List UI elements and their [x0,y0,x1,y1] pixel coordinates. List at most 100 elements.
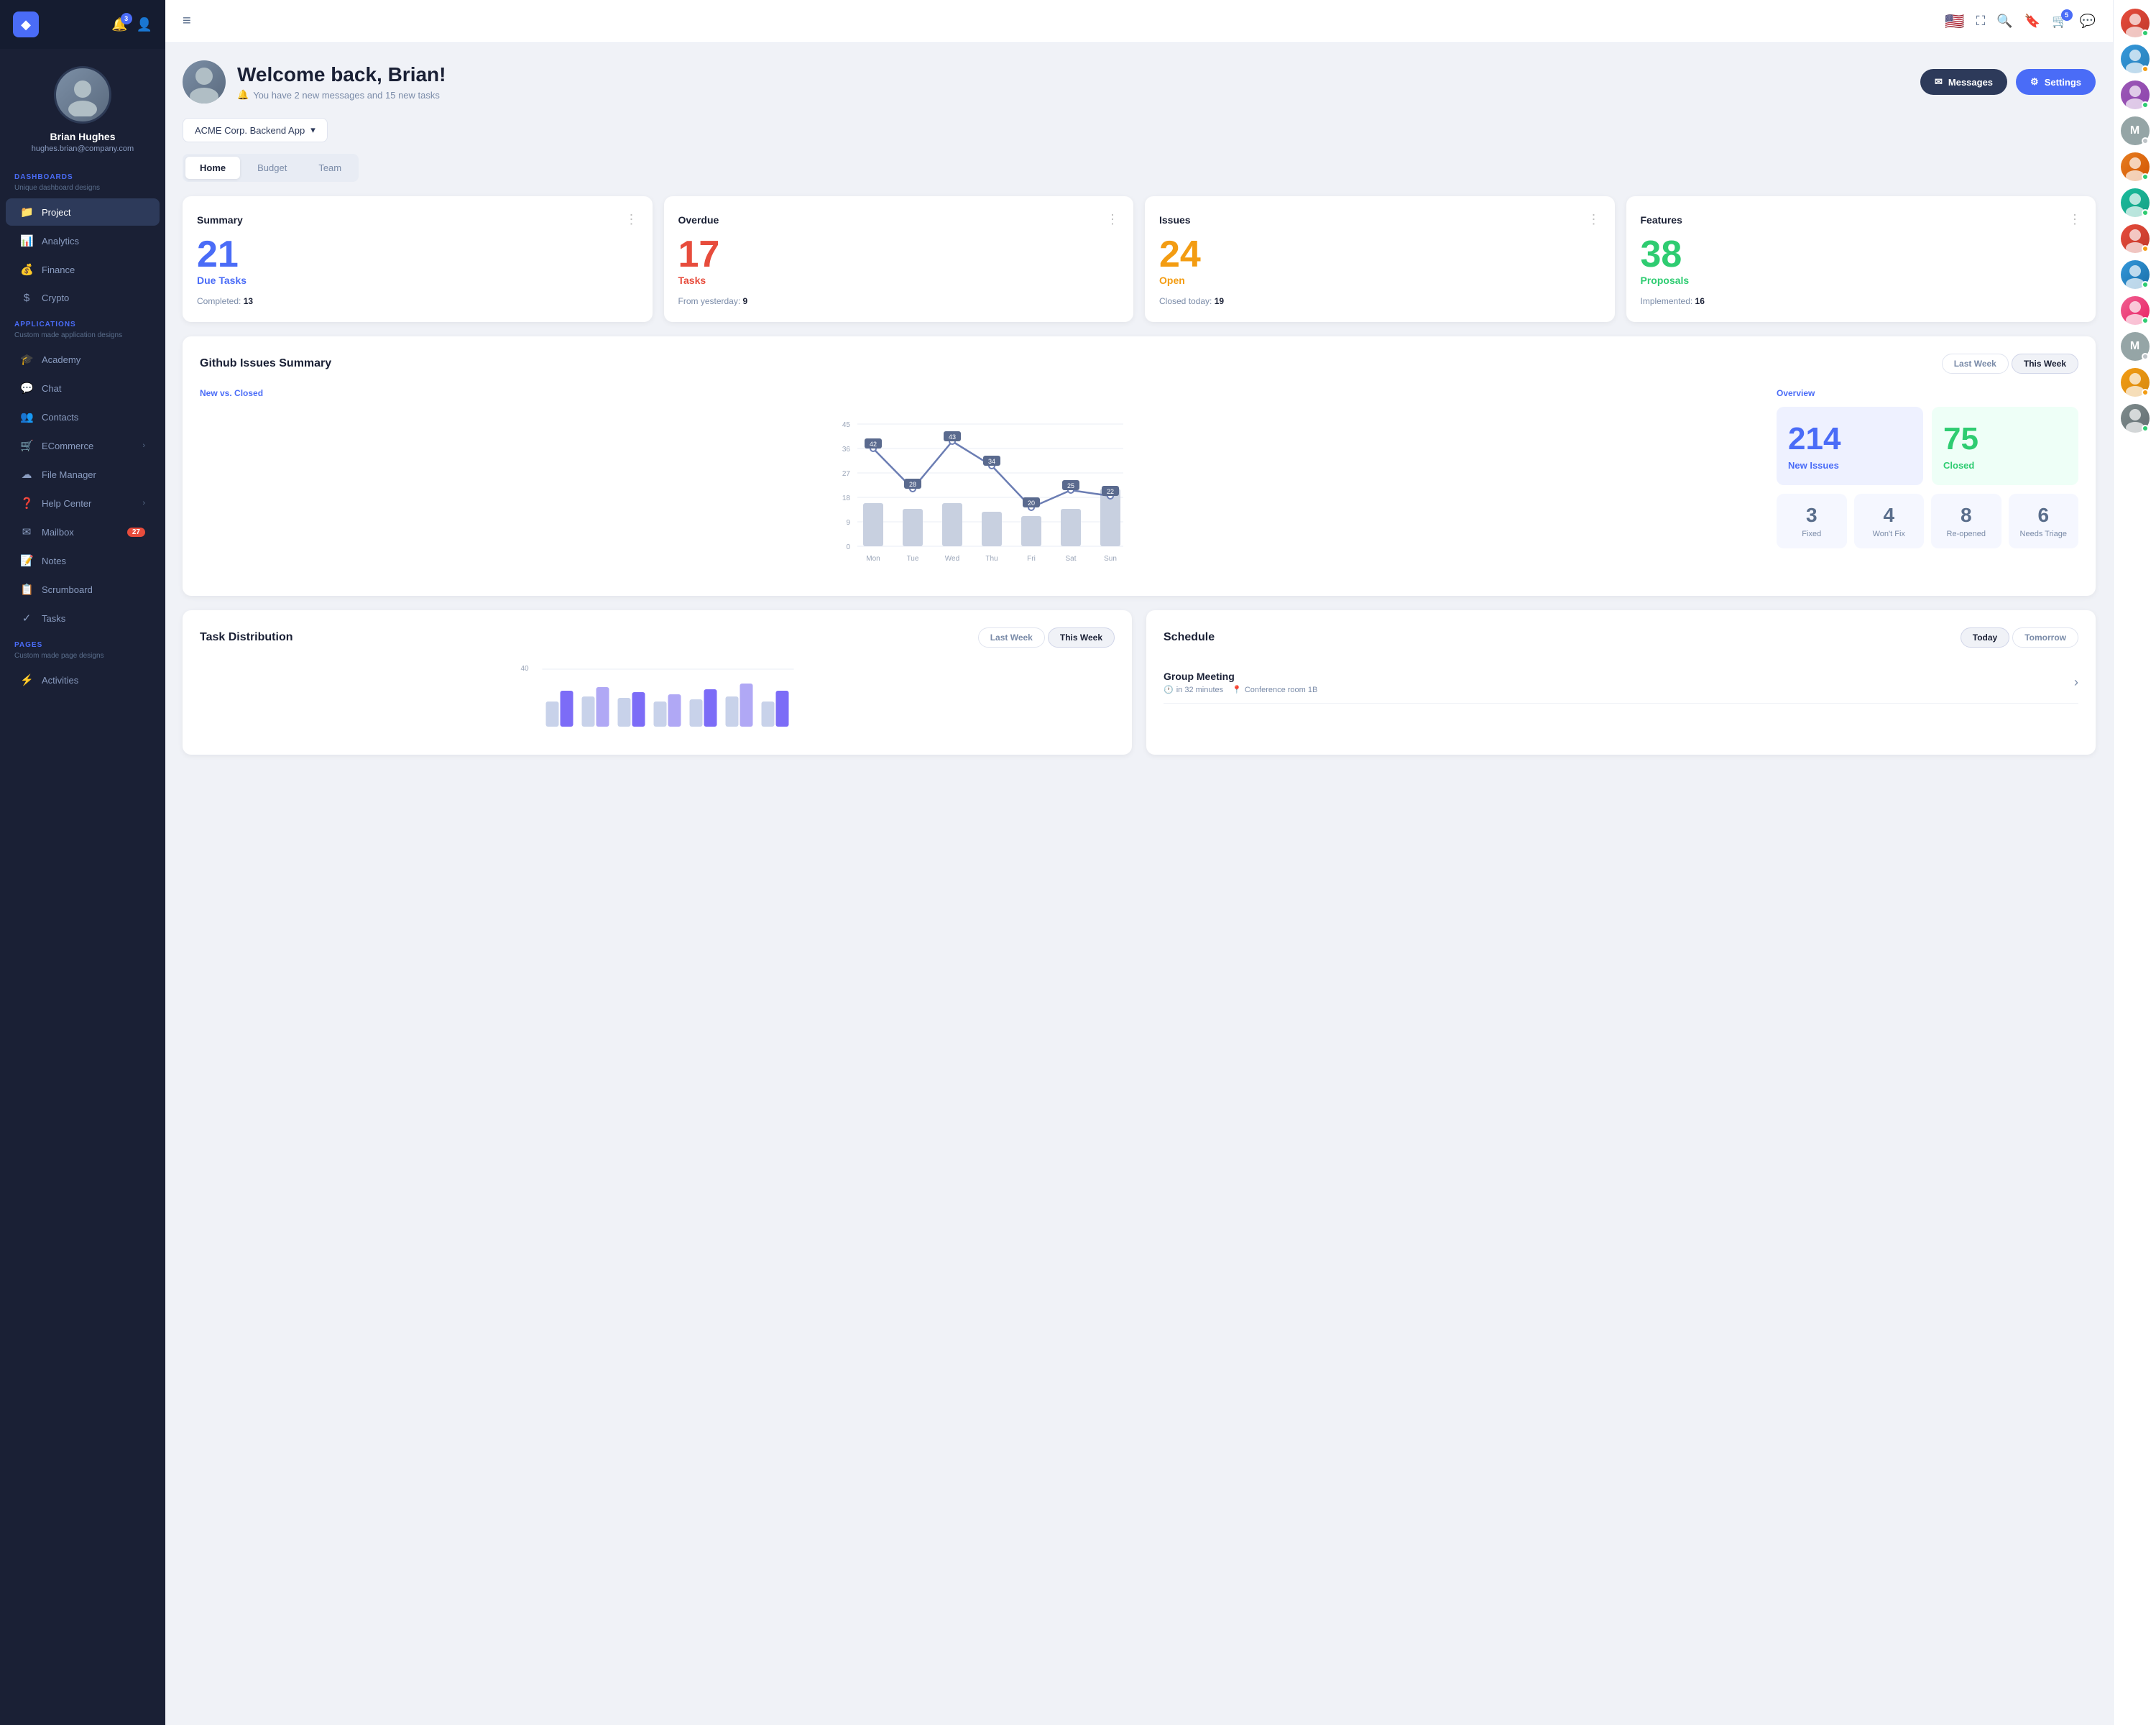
online-dot-6 [2142,245,2149,252]
sidebar-item-mailbox[interactable]: ✉ Mailbox 27 [6,518,160,546]
task-dist-header: Task Distribution Last Week This Week [200,627,1115,648]
right-avatar-6[interactable] [2121,224,2150,253]
right-avatar-0[interactable] [2121,9,2150,37]
right-panel: M M [2113,0,2156,1725]
overview-card-label-closed: Closed [1943,460,2067,471]
stat-card-features-menu[interactable]: ⋮ [2068,212,2081,227]
mailbox-badge: 27 [127,528,145,537]
sidebar-item-label-helpcenter: Help Center [42,498,91,509]
schedule-tomorrow-btn[interactable]: Tomorrow [2012,627,2078,648]
right-avatar-7[interactable] [2121,260,2150,289]
right-avatar-2[interactable] [2121,80,2150,109]
task-distribution-card: Task Distribution Last Week This Week 40 [183,610,1132,755]
stat-card-overdue-menu[interactable]: ⋮ [1106,212,1119,227]
schedule-item-details: Group Meeting 🕐 in 32 minutes 📍 Conferen… [1164,671,1317,694]
ecommerce-icon: 🛒 [20,439,33,452]
clock-icon: 🕐 [1164,685,1174,694]
svg-text:18: 18 [842,494,851,502]
right-avatar-5[interactable] [2121,188,2150,217]
github-this-week-btn[interactable]: This Week [2012,354,2078,374]
svg-text:45: 45 [842,421,851,429]
schedule-item-meta: 🕐 in 32 minutes 📍 Conference room 1B [1164,685,1317,694]
schedule-item-arrow-icon[interactable]: › [2074,675,2078,690]
task-dist-this-week-btn[interactable]: This Week [1048,627,1115,648]
sidebar-top-icons: 🔔 3 👤 [111,17,152,32]
profile-section: Brian Hughes hughes.brian@company.com [0,49,165,165]
sidebar-item-tasks[interactable]: ✓ Tasks [6,604,160,632]
right-avatar-1[interactable] [2121,45,2150,73]
sidebar-item-academy[interactable]: 🎓 Academy [6,346,160,373]
tab-team[interactable]: Team [304,157,356,179]
online-dot-5 [2142,209,2149,216]
sidebar-item-helpcenter[interactable]: ❓ Help Center › [6,489,160,517]
welcome-avatar [183,60,226,104]
task-dist-chart: 40 [200,662,1115,734]
menu-icon[interactable]: ≡ [183,13,191,29]
settings-button[interactable]: ⚙ Settings [2016,69,2096,95]
stat-card-summary-header: Summary ⋮ [197,212,638,227]
tab-budget[interactable]: Budget [243,157,301,179]
sidebar-item-ecommerce[interactable]: 🛒 ECommerce › [6,432,160,459]
stat-card-features-header: Features ⋮ [1641,212,2082,227]
right-avatar-4[interactable] [2121,152,2150,181]
stat-sub-summary: Completed: 13 [197,296,638,306]
bell-icon: 🔔 [237,89,249,101]
right-avatar-9[interactable]: M [2121,332,2150,361]
tab-home[interactable]: Home [185,157,240,179]
online-dot-7 [2142,281,2149,288]
online-dot-0 [2142,29,2149,37]
location-icon: 📍 [1232,685,1242,694]
messages-button[interactable]: ✉ Messages [1920,69,2007,95]
sidebar-item-scrumboard[interactable]: 📋 Scrumboard [6,576,160,603]
chat-icon: 💬 [20,382,33,395]
chat-topbar-icon[interactable]: 💬 [2080,14,2096,29]
task-dist-last-week-btn[interactable]: Last Week [978,627,1045,648]
stat-card-summary-menu[interactable]: ⋮ [625,212,638,227]
schedule-today-btn[interactable]: Today [1961,627,2009,648]
sidebar-item-label-filemanager: File Manager [42,469,96,480]
right-avatar-11[interactable] [2121,404,2150,433]
sidebar-item-label-mailbox: Mailbox [42,527,74,538]
task-dist-title: Task Distribution [200,631,293,644]
logo-icon[interactable]: ◆ [13,12,39,37]
schedule-card: Schedule Today Tomorrow Group Meeting 🕐 … [1146,610,2096,755]
stat-card-overdue: Overdue ⋮ 17 Tasks From yesterday: 9 [664,196,1134,322]
mini-num-wontfix: 4 [1861,504,1917,527]
project-selector[interactable]: ACME Corp. Backend App ▾ [183,118,328,142]
svg-text:Mon: Mon [866,555,880,563]
sidebar-item-project[interactable]: 📁 Project [6,198,160,226]
fullscreen-icon[interactable]: ⛶ [1976,14,1986,29]
sidebar-item-crypto[interactable]: $ Crypto [6,285,160,311]
github-issues-section: Github Issues Summary Last Week This Wee… [183,336,2096,596]
svg-text:Sun: Sun [1104,555,1117,563]
sidebar-item-notes[interactable]: 📝 Notes [6,547,160,574]
cart-icon[interactable]: 🛒 5 [2052,14,2068,29]
sidebar-item-activities[interactable]: ⚡ Activities [6,666,160,694]
sidebar-item-analytics[interactable]: 📊 Analytics [6,227,160,254]
sidebar-item-finance[interactable]: 💰 Finance [6,256,160,283]
stat-card-issues-menu[interactable]: ⋮ [1588,212,1600,227]
schedule-location: 📍 Conference room 1B [1232,685,1317,694]
right-avatar-10[interactable] [2121,368,2150,397]
online-dot-10 [2142,389,2149,396]
sidebar-item-label-academy: Academy [42,354,80,365]
mini-label-wontfix: Won't Fix [1861,530,1917,538]
mini-num-triage: 6 [2016,504,2072,527]
sidebar-item-label-analytics: Analytics [42,236,79,247]
right-avatar-8[interactable] [2121,296,2150,325]
notification-button[interactable]: 🔔 3 [111,17,127,32]
bottom-grid: Task Distribution Last Week This Week 40 [183,610,2096,755]
sidebar-item-contacts[interactable]: 👥 Contacts [6,403,160,431]
main-container: ≡ 🇺🇸 ⛶ 🔍 🔖 🛒 5 💬 Welcome back, Brian! [165,0,2113,1725]
sidebar-item-chat[interactable]: 💬 Chat [6,374,160,402]
schedule-header: Schedule Today Tomorrow [1164,627,2078,648]
flag-icon[interactable]: 🇺🇸 [1945,12,1964,31]
online-dot-11 [2142,425,2149,432]
bookmark-icon[interactable]: 🔖 [2024,14,2040,29]
sidebar-item-filemanager[interactable]: ☁ File Manager [6,461,160,488]
github-last-week-btn[interactable]: Last Week [1942,354,2009,374]
search-icon[interactable]: 🔍 [1996,14,2012,29]
profile-icon-button[interactable]: 👤 [137,17,152,32]
right-avatar-3[interactable]: M [2121,116,2150,145]
stat-sub-overdue: From yesterday: 9 [678,296,1120,306]
